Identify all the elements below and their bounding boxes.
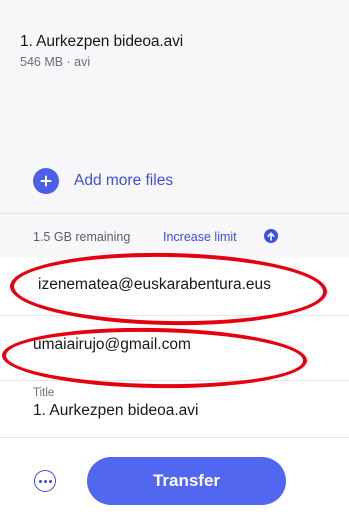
sender-field[interactable]: umaiairujo@gmail.com [0,316,349,381]
title-field[interactable]: Title [0,381,349,438]
increase-limit-link[interactable]: Increase limit [163,230,237,244]
sender-email[interactable]: umaiairujo@gmail.com [33,336,191,354]
footer: Transfer [0,438,349,522]
add-more-files-label[interactable]: Add more files [74,172,173,190]
arrow-up-icon[interactable] [264,229,278,243]
storage-remaining: 1.5 GB remaining [33,230,131,244]
ellipsis-icon[interactable] [34,470,56,492]
add-more-files-button[interactable]: Add more files [33,168,173,194]
transfer-button[interactable]: Transfer [87,457,286,505]
title-input[interactable] [33,402,333,420]
file-list: 1. Aurkezpen bideoa.avi 546 MB · avi Add… [0,0,349,213]
file-name[interactable]: 1. Aurkezpen bideoa.avi [20,33,183,51]
title-label: Title [33,387,55,399]
recipient-email[interactable]: izenematea@euskarabentura.eus [38,276,271,294]
storage-bar: 1.5 GB remaining Increase limit [0,213,349,259]
transfer-panel: 1. Aurkezpen bideoa.avi 546 MB · avi Add… [0,0,349,522]
file-meta: 546 MB · avi [20,55,91,69]
plus-icon[interactable] [33,168,59,194]
recipient-field[interactable]: izenematea@euskarabentura.eus [0,258,349,316]
